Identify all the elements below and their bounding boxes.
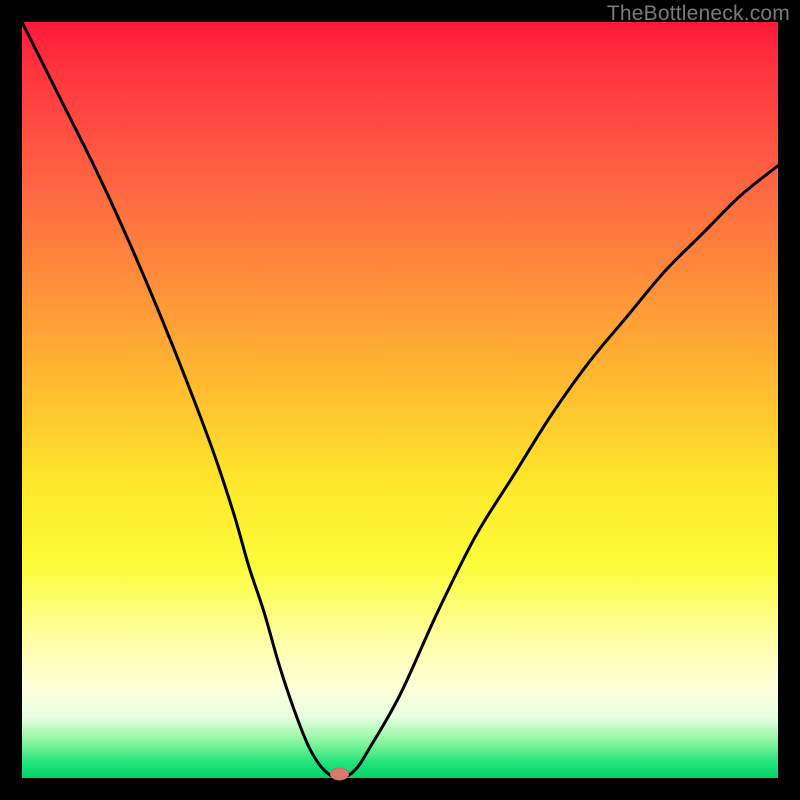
watermark-text: TheBottleneck.com bbox=[607, 2, 790, 26]
chart-frame: TheBottleneck.com bbox=[0, 0, 800, 800]
chart-svg bbox=[22, 22, 778, 778]
minimum-marker bbox=[331, 768, 349, 780]
bottleneck-curve bbox=[22, 22, 778, 778]
